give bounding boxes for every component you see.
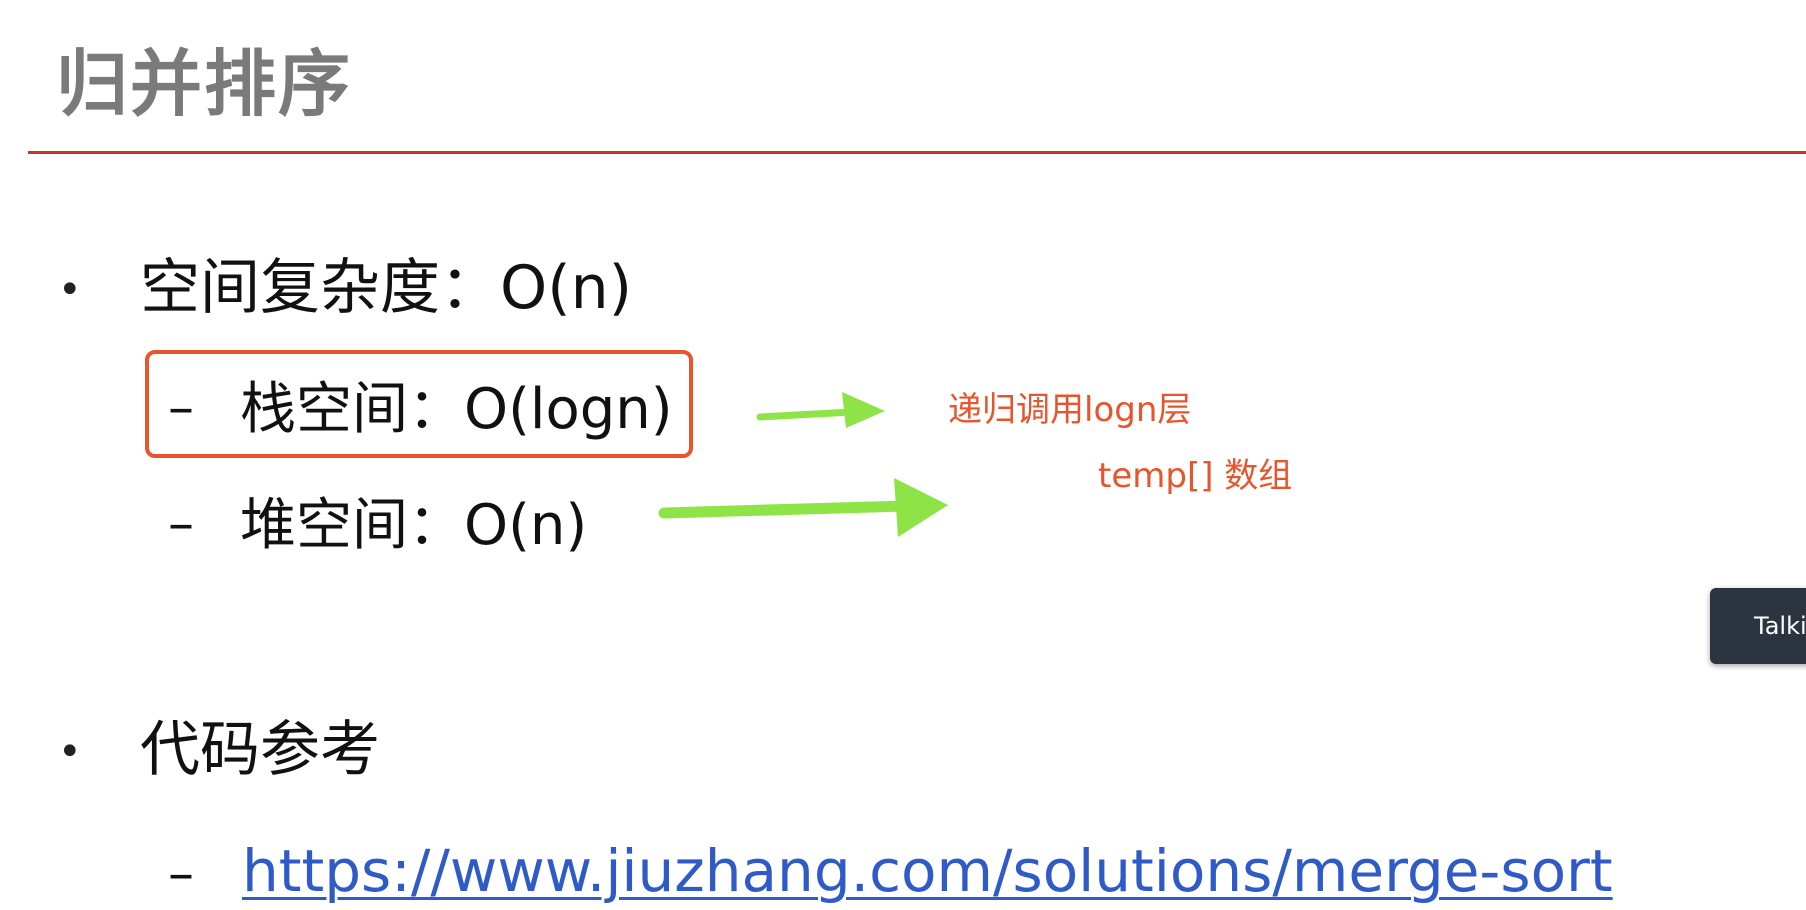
temp-array-annotation: temp[] 数组 [1098,456,1293,496]
merge-sort-solution-link[interactable]: https://www.jiuzhang.com/solutions/merge… [242,842,1613,900]
sub-bullet-heap-space: 堆空间：O(n) [240,498,587,554]
slide-title: 归并排序 [56,42,353,126]
stack-space-text: 栈空间：O(logn) [240,377,673,442]
title-divider [28,151,1806,154]
code-reference-text: 代码参考 [140,715,380,785]
dash-icon: – [168,844,194,904]
recursion-annotation: 递归调用logn层 [948,390,1192,430]
arrow-right-icon [658,478,948,537]
speaker-tooltip-chip[interactable]: Talki [1710,588,1806,664]
space-complexity-text: 空间复杂度：O(n) [140,253,633,323]
sub-bullet-stack-space: 栈空间：O(logn) [240,382,673,438]
bullet-dot-icon: • [58,267,82,313]
arrow-right-icon [756,392,885,428]
dash-icon: – [168,378,194,438]
bullet-space-complexity: 空间复杂度：O(n) [140,258,632,318]
dash-icon: – [168,494,194,554]
bullet-dot-icon: • [58,729,82,775]
bullet-code-reference: 代码参考 [140,720,380,780]
heap-space-text: 堆空间：O(n) [240,493,588,558]
